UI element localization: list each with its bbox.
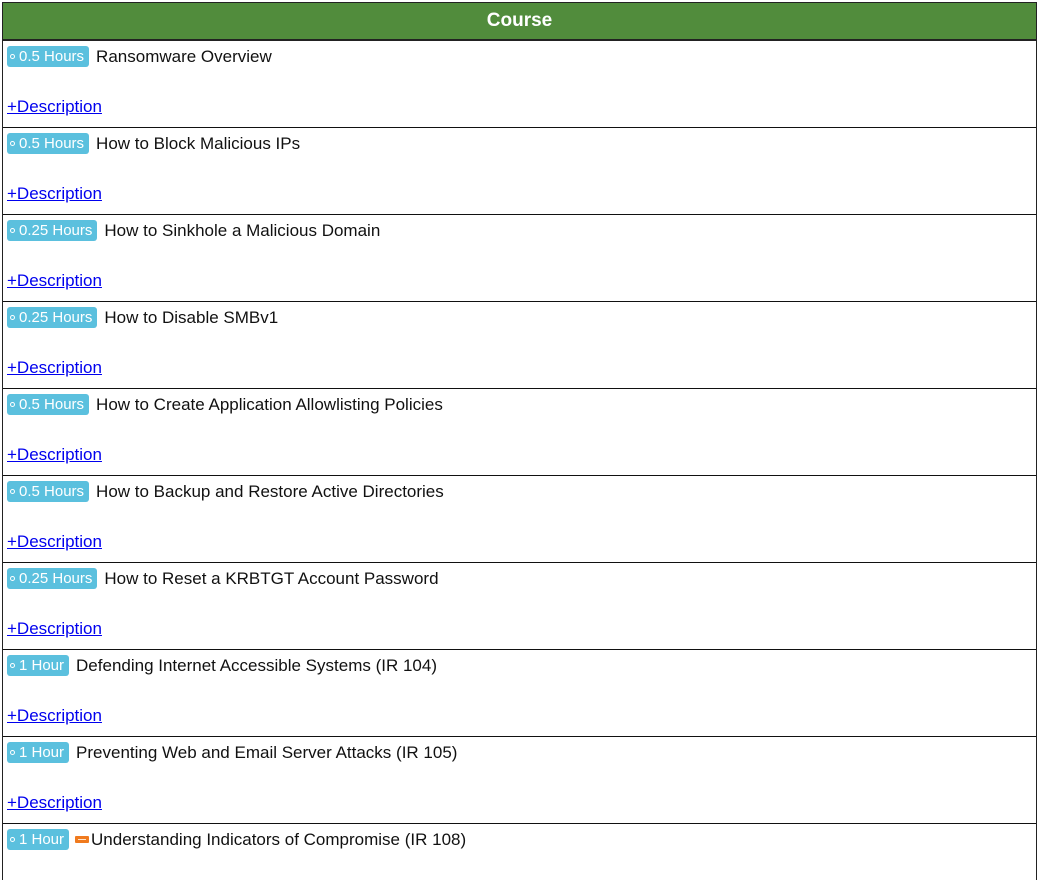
course-title-line: 0.5 Hours How to Backup and Restore Acti… — [7, 481, 444, 502]
clock-icon — [10, 228, 15, 233]
clock-icon — [10, 489, 15, 494]
duration-badge: 1 Hour — [7, 829, 70, 850]
course-table: Course 0.5 Hours Ransomware Overview +De… — [2, 2, 1037, 880]
table-row: 1 Hour Defending Internet Accessible Sys… — [3, 650, 1036, 737]
course-title: Defending Internet Accessible Systems (I… — [76, 655, 437, 675]
duration-badge: 0.5 Hours — [7, 46, 90, 67]
duration-badge: 0.25 Hours — [7, 307, 98, 328]
course-title-line: 0.25 Hours How to Disable SMBv1 — [7, 307, 278, 328]
duration-badge: 0.5 Hours — [7, 133, 90, 154]
table-row: 0.25 Hours How to Disable SMBv1 +Descrip… — [3, 302, 1036, 389]
course-title: How to Backup and Restore Active Directo… — [96, 481, 444, 501]
duration-text: 0.25 Hours — [19, 309, 93, 326]
description-toggle-link[interactable]: +Description — [7, 532, 102, 552]
table-row: 0.5 Hours Ransomware Overview +Descripti… — [3, 41, 1036, 128]
new-course-icon — [75, 836, 90, 843]
course-title: How to Reset a KRBTGT Account Password — [104, 568, 439, 588]
clock-icon — [10, 54, 15, 59]
clock-icon — [10, 402, 15, 407]
duration-text: 1 Hour — [19, 657, 65, 674]
description-toggle-link[interactable]: +Description — [7, 619, 102, 639]
duration-badge: 0.5 Hours — [7, 394, 90, 415]
table-row: 0.5 Hours How to Block Malicious IPs +De… — [3, 128, 1036, 215]
course-title: How to Disable SMBv1 — [104, 307, 279, 327]
clock-icon — [10, 837, 15, 842]
duration-badge: 0.25 Hours — [7, 220, 98, 241]
table-row: 0.5 Hours How to Create Application Allo… — [3, 389, 1036, 476]
description-toggle-link[interactable]: +Description — [7, 184, 102, 204]
course-title: Understanding Indicators of Compromise (… — [91, 829, 467, 849]
course-title-line: 0.5 Hours Ransomware Overview — [7, 46, 272, 67]
course-title-line: 0.5 Hours How to Block Malicious IPs — [7, 133, 300, 154]
course-column-header: Course — [3, 2, 1036, 41]
description-toggle-link[interactable]: +Description — [7, 97, 102, 117]
duration-badge: 0.25 Hours — [7, 568, 98, 589]
course-title-line: 1 Hour Understanding Indicators of Compr… — [7, 829, 466, 850]
duration-badge: 1 Hour — [7, 742, 70, 763]
clock-icon — [10, 141, 15, 146]
duration-text: 0.5 Hours — [19, 135, 85, 152]
duration-text: 0.5 Hours — [19, 483, 85, 500]
table-row: 0.25 Hours How to Reset a KRBTGT Account… — [3, 563, 1036, 650]
course-title-line: 0.25 Hours How to Sinkhole a Malicious D… — [7, 220, 380, 241]
duration-text: 0.25 Hours — [19, 570, 93, 587]
course-title-line: 0.5 Hours How to Create Application Allo… — [7, 394, 443, 415]
clock-icon — [10, 750, 15, 755]
course-title-line: 1 Hour Defending Internet Accessible Sys… — [7, 655, 437, 676]
duration-text: 0.5 Hours — [19, 396, 85, 413]
table-row: 1 Hour Understanding Indicators of Compr… — [3, 824, 1036, 880]
duration-text: 1 Hour — [19, 831, 65, 848]
description-toggle-link[interactable]: +Description — [7, 793, 102, 813]
clock-icon — [10, 576, 15, 581]
course-title: How to Create Application Allowlisting P… — [96, 394, 443, 414]
description-toggle-link[interactable]: +Description — [7, 445, 102, 465]
table-row: 0.25 Hours How to Sinkhole a Malicious D… — [3, 215, 1036, 302]
description-toggle-link[interactable]: +Description — [7, 358, 102, 378]
course-title: Preventing Web and Email Server Attacks … — [76, 742, 458, 762]
clock-icon — [10, 315, 15, 320]
duration-badge: 1 Hour — [7, 655, 70, 676]
course-title: Ransomware Overview — [96, 46, 272, 66]
course-title-line: 1 Hour Preventing Web and Email Server A… — [7, 742, 457, 763]
table-row: 0.5 Hours How to Backup and Restore Acti… — [3, 476, 1036, 563]
duration-badge: 0.5 Hours — [7, 481, 90, 502]
course-title: How to Block Malicious IPs — [96, 133, 301, 153]
duration-text: 1 Hour — [19, 744, 65, 761]
description-toggle-link[interactable]: +Description — [7, 706, 102, 726]
duration-text: 0.25 Hours — [19, 222, 93, 239]
clock-icon — [10, 663, 15, 668]
description-toggle-link[interactable]: +Description — [7, 271, 102, 291]
duration-text: 0.5 Hours — [19, 48, 85, 65]
table-row: 1 Hour Preventing Web and Email Server A… — [3, 737, 1036, 824]
course-title-line: 0.25 Hours How to Reset a KRBTGT Account… — [7, 568, 439, 589]
course-title: How to Sinkhole a Malicious Domain — [104, 220, 381, 240]
